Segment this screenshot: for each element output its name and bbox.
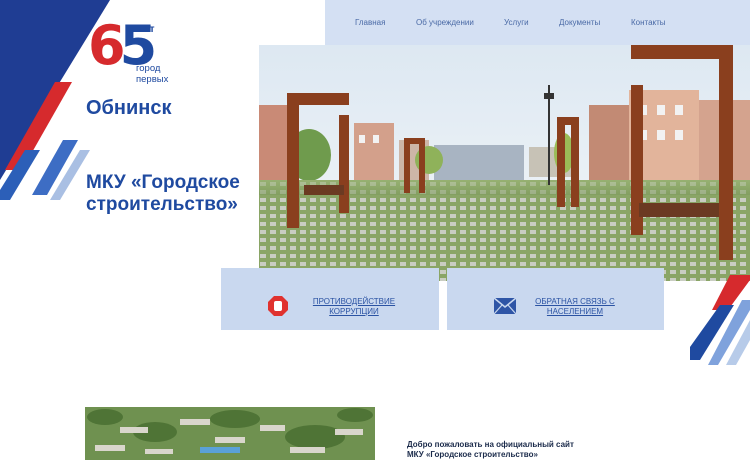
welcome-text: Добро пожаловать на официальный сайт МКУ… xyxy=(407,440,574,459)
nav-item-about[interactable]: Об учреждении xyxy=(416,18,474,27)
envelope-icon xyxy=(494,298,516,314)
city-name: Обнинск xyxy=(86,97,172,119)
decorative-stripes-right xyxy=(690,275,750,365)
city-aerial-photo xyxy=(85,407,375,460)
logo-years-text: лет xyxy=(138,24,155,35)
nav-item-contacts[interactable]: Контакты xyxy=(631,18,666,27)
feedback-link[interactable]: ОБРАТНАЯ СВЯЗЬ С НАСЕЛЕНИЕМ xyxy=(520,297,630,317)
anticorruption-card[interactable]: ПРОТИВОДЕЙСТВИЕ КОРРУПЦИИ xyxy=(221,268,439,330)
top-navigation: Главная Об учреждении Услуги Документы К… xyxy=(325,0,750,45)
nav-item-services[interactable]: Услуги xyxy=(504,18,529,27)
anticorruption-link[interactable]: ПРОТИВОДЕЙСТВИЕ КОРРУПЦИИ xyxy=(299,297,409,317)
logo-65-years[interactable]: 65 лет город первых xyxy=(88,16,188,91)
nav-item-home[interactable]: Главная xyxy=(355,18,385,27)
organization-title: МКУ «Городское строительство» xyxy=(86,172,240,215)
hero-photo xyxy=(259,45,750,281)
logo-slogan: город первых xyxy=(136,63,169,85)
nav-item-documents[interactable]: Документы xyxy=(559,18,600,27)
feedback-card[interactable]: ОБРАТНАЯ СВЯЗЬ С НАСЕЛЕНИЕМ xyxy=(447,268,664,330)
stop-hand-icon xyxy=(268,296,288,316)
